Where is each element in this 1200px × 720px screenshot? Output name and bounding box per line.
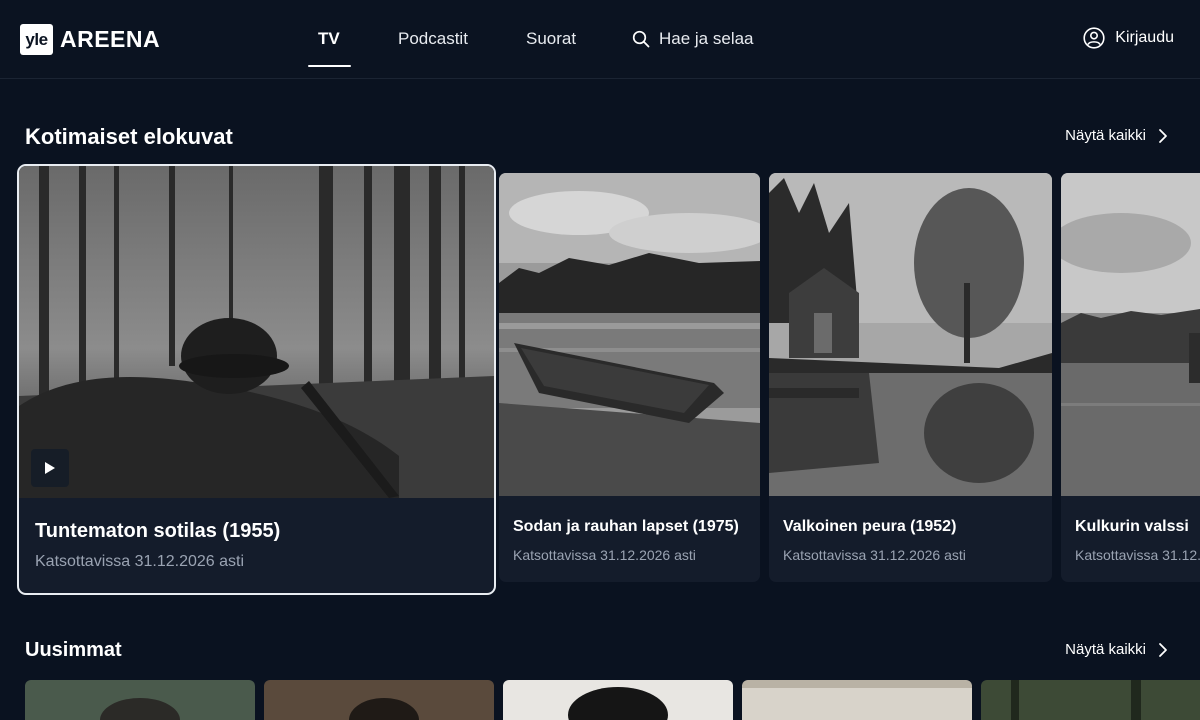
movie-thumbnail [1061,173,1200,496]
section-title-domestic-films: Kotimaiset elokuvat [25,124,233,149]
yle-logo-mark: yle [20,24,53,55]
availability-text: Katsottavissa 31.12.2026 asti [1075,547,1200,563]
play-icon [45,462,55,474]
latest-thumbnail[interactable] [742,680,972,720]
movie-title: Sodan ja rauhan lapset (1975) [513,518,739,535]
movie-card-featured[interactable]: Tuntematon sotilas (1955) Katsottavissa … [17,164,496,595]
latest-thumbnail[interactable] [264,680,494,720]
play-button[interactable] [31,449,69,487]
nav-tab-live[interactable]: Suorat [526,29,576,49]
movie-title: Tuntematon sotilas (1955) [35,520,281,542]
movie-card[interactable]: Sodan ja rauhan lapset (1975) Katsottavi… [499,173,760,582]
active-tab-indicator [308,65,351,67]
section-title-latest: Uusimmat [25,639,122,661]
latest-thumbnail[interactable] [25,680,255,720]
movie-title: Kulkurin valssi [1075,518,1189,535]
nav-search[interactable]: Hae ja selaa [632,29,754,49]
user-icon [1083,27,1105,49]
areena-wordmark: AREENA [60,26,161,52]
availability-text: Katsottavissa 31.12.2026 asti [513,547,696,563]
movie-card[interactable]: Valkoinen peura (1952) Katsottavissa 31.… [769,173,1052,582]
availability-text: Katsottavissa 31.12.2026 asti [783,547,966,563]
login-button[interactable]: Kirjaudu [1083,27,1174,49]
movie-thumbnail [769,173,1052,496]
chevron-right-icon [1159,128,1167,143]
show-all-latest[interactable]: Näytä kaikki [1065,641,1168,658]
movie-thumbnail [19,166,494,498]
login-label: Kirjaudu [1115,29,1174,46]
latest-thumbnail[interactable] [503,680,733,720]
search-label: Hae ja selaa [659,29,754,48]
show-all-label: Näytä kaikki [1065,127,1146,144]
movie-card[interactable]: Kulkurin valssi Katsottavissa 31.12.2026… [1061,173,1200,582]
search-icon [632,30,650,48]
top-bar: yle AREENA TV Podcastit Suorat Hae ja se… [0,0,1200,79]
nav-tab-podcasts[interactable]: Podcastit [398,29,468,49]
show-all-label: Näytä kaikki [1065,641,1146,658]
availability-text: Katsottavissa 31.12.2026 asti [35,553,245,570]
yle-areena-logo[interactable]: yle AREENA [20,24,160,55]
latest-thumbnail[interactable] [981,680,1200,720]
chevron-right-icon [1159,642,1167,657]
movie-title: Valkoinen peura (1952) [783,518,957,535]
show-all-domestic-films[interactable]: Näytä kaikki [1065,127,1168,144]
nav-tab-tv[interactable]: TV [318,29,340,49]
movie-thumbnail [499,173,760,496]
